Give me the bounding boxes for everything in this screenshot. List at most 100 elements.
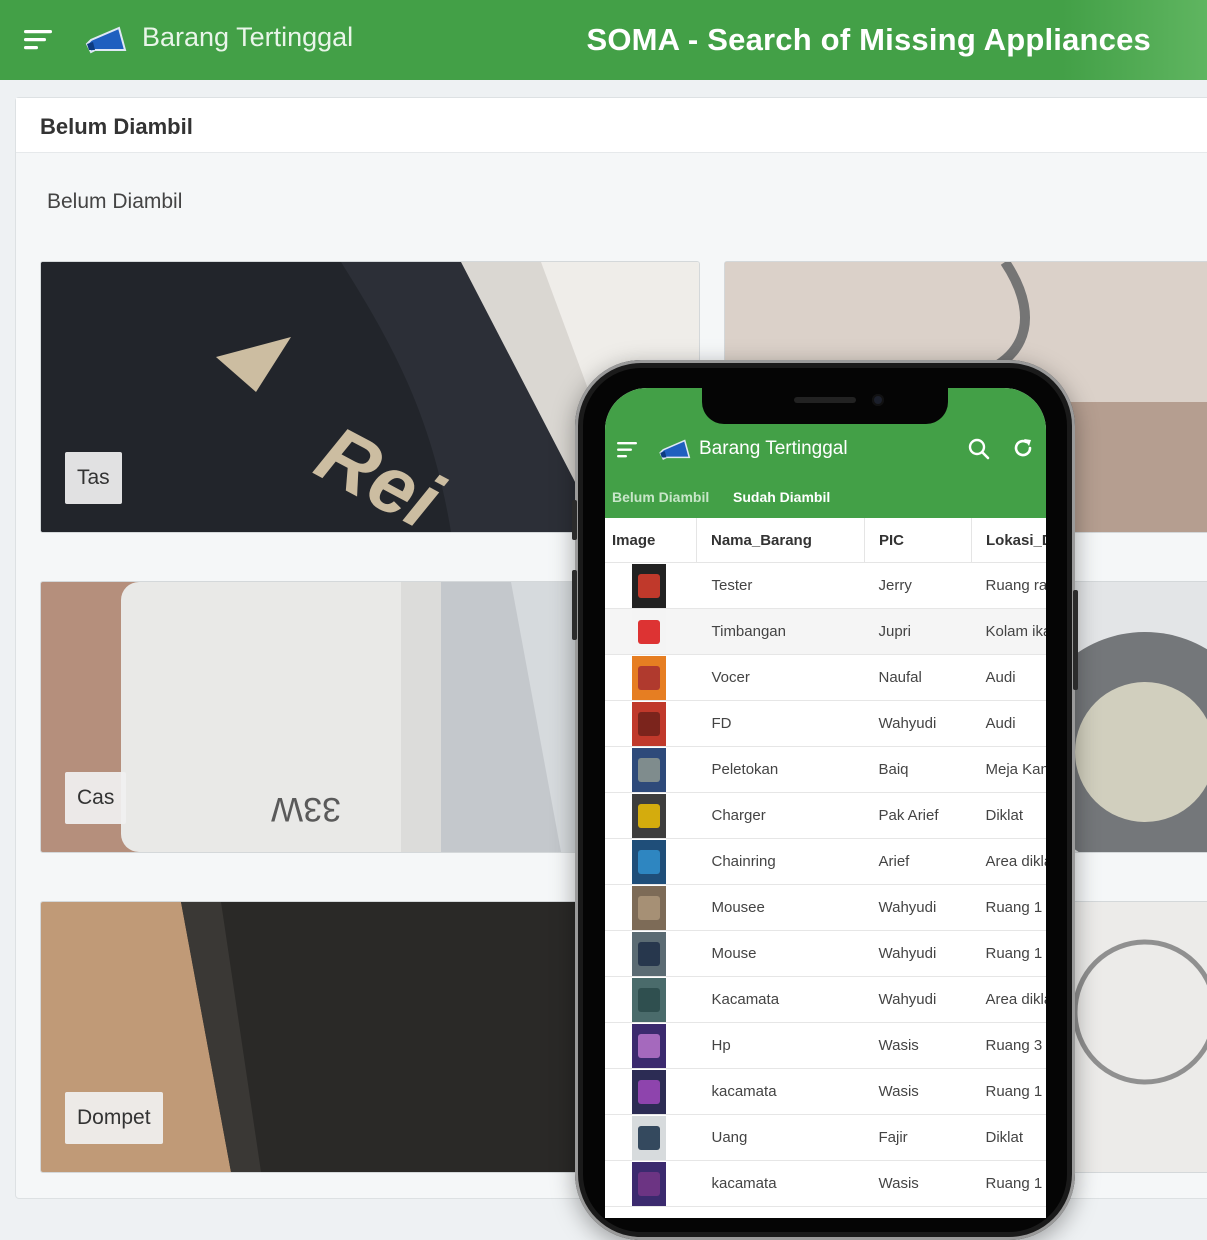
item-thumbnail[interactable] bbox=[632, 563, 666, 608]
row-nama-barang: Hp bbox=[696, 1022, 865, 1069]
table-row[interactable]: kacamata Wasis Ruang 1 bbox=[605, 1160, 1046, 1207]
row-image-cell bbox=[605, 700, 697, 747]
table-row[interactable]: Hp Wasis Ruang 3 bbox=[605, 1022, 1046, 1069]
row-lokasi: Diklat bbox=[971, 792, 1046, 839]
table-row[interactable]: Charger Pak Arief Diklat bbox=[605, 792, 1046, 839]
row-lokasi: Ruang 1 bbox=[971, 1160, 1046, 1207]
row-nama-barang: kacamata bbox=[696, 1068, 865, 1115]
item-thumbnail[interactable] bbox=[632, 977, 666, 1022]
item-thumbnail[interactable] bbox=[632, 1023, 666, 1068]
tab-sudah-diambil[interactable]: Sudah Diambil bbox=[733, 489, 830, 505]
row-nama-barang: Mouse bbox=[696, 930, 865, 977]
row-pic: Wasis bbox=[864, 1160, 972, 1207]
column-header-pic[interactable]: PIC bbox=[864, 518, 972, 563]
mobile-app-title: Barang Tertinggal bbox=[699, 438, 848, 459]
item-thumbnail[interactable] bbox=[632, 701, 666, 746]
phone-notch bbox=[702, 388, 948, 424]
row-pic: Wahyudi bbox=[864, 700, 972, 747]
table-row[interactable]: MouseeWahyudiRuang 1 dikla bbox=[605, 884, 1046, 931]
table-row[interactable]: ChainringAriefArea diklat bbox=[605, 838, 1046, 885]
svg-text:33W: 33W bbox=[271, 790, 341, 828]
table-row[interactable]: FD Wahyudi Audi bbox=[605, 700, 1046, 747]
row-nama-barang: Uang bbox=[696, 1114, 865, 1161]
phone-screen: Barang Tertinggal Belum Diambil Sudah Di… bbox=[605, 388, 1046, 1218]
table-row[interactable]: KacamataWahyudiArea diklat bbox=[605, 976, 1046, 1023]
search-icon[interactable] bbox=[968, 438, 990, 460]
row-lokasi: Ruang 1 bbox=[971, 1068, 1046, 1115]
row-image-cell bbox=[605, 930, 697, 977]
menu-icon[interactable] bbox=[24, 29, 54, 51]
item-thumbnail[interactable] bbox=[632, 1115, 666, 1160]
table-row[interactable]: kacamata Wasis Ruang 1 bbox=[605, 1068, 1046, 1115]
row-lokasi: Audi bbox=[971, 700, 1046, 747]
phone-side-button bbox=[1073, 590, 1078, 690]
item-thumbnail[interactable] bbox=[632, 1069, 666, 1114]
row-image-cell bbox=[605, 1022, 697, 1069]
row-nama-barang: Chainring bbox=[696, 838, 865, 885]
row-pic: Naufal bbox=[864, 654, 972, 701]
section-title: Belum Diambil bbox=[47, 190, 183, 213]
panel-header: Belum Diambil bbox=[16, 98, 1207, 153]
row-image-cell bbox=[605, 1160, 697, 1207]
item-thumbnail[interactable] bbox=[632, 1161, 666, 1206]
row-nama-barang: kacamata bbox=[696, 1160, 865, 1207]
row-pic: Baiq bbox=[864, 746, 972, 793]
app-title: Barang Tertinggal bbox=[142, 22, 354, 52]
row-nama-barang: Vocer bbox=[696, 654, 865, 701]
row-image-cell bbox=[605, 608, 697, 655]
row-image-cell bbox=[605, 838, 697, 885]
item-thumbnail[interactable] bbox=[632, 655, 666, 700]
phone-side-button bbox=[572, 500, 577, 540]
row-pic: Pak Arief bbox=[864, 792, 972, 839]
brand-title: SOMA - Search of Missing Appliances bbox=[586, 22, 1151, 57]
table-row[interactable]: PeletokanBaiqMeja Kantor bbox=[605, 746, 1046, 793]
row-lokasi: Kolam ikan bbox=[971, 608, 1046, 655]
row-pic: Wasis bbox=[864, 1022, 972, 1069]
row-image-cell bbox=[605, 562, 697, 609]
item-label: Cas bbox=[65, 772, 127, 824]
menu-icon[interactable] bbox=[617, 442, 639, 458]
row-lokasi: Meja Kantor bbox=[971, 746, 1046, 793]
top-app-bar: Barang Tertinggal SOMA - Search of Missi… bbox=[0, 0, 1207, 80]
row-pic: Wasis bbox=[864, 1068, 972, 1115]
row-nama-barang: Peletokan bbox=[696, 746, 865, 793]
column-header-image[interactable]: Image bbox=[605, 518, 697, 563]
table-row[interactable]: MouseWahyudiRuang 1 dikla bbox=[605, 930, 1046, 977]
row-lokasi: Area diklat bbox=[971, 838, 1046, 885]
row-nama-barang: Tester bbox=[696, 562, 865, 609]
row-lokasi: Audi bbox=[971, 654, 1046, 701]
row-image-cell bbox=[605, 654, 697, 701]
table-header-row: Image Nama_Barang PIC Lokasi_Ditem bbox=[605, 518, 1046, 563]
phone-camera bbox=[872, 394, 884, 406]
panel-title: Belum Diambil bbox=[40, 114, 193, 139]
column-header-nama-barang[interactable]: Nama_Barang bbox=[696, 518, 865, 563]
row-pic: Jerry bbox=[864, 562, 972, 609]
items-table: Image Nama_Barang PIC Lokasi_Ditem Teste… bbox=[605, 518, 1046, 1207]
table-row[interactable]: Vocer Naufal Audi bbox=[605, 654, 1046, 701]
item-thumbnail[interactable] bbox=[632, 793, 666, 838]
phone-speaker bbox=[794, 397, 856, 403]
row-pic: Jupri bbox=[864, 608, 972, 655]
row-nama-barang: FD bbox=[696, 700, 865, 747]
item-thumbnail[interactable] bbox=[632, 931, 666, 976]
column-header-lokasi[interactable]: Lokasi_Ditem bbox=[971, 518, 1046, 563]
row-image-cell bbox=[605, 746, 697, 793]
row-image-cell bbox=[605, 976, 697, 1023]
row-pic: Wahyudi bbox=[864, 976, 972, 1023]
item-thumbnail[interactable] bbox=[632, 839, 666, 884]
item-thumbnail[interactable] bbox=[632, 747, 666, 792]
item-thumbnail[interactable] bbox=[632, 609, 666, 654]
phone-side-button bbox=[572, 570, 577, 640]
row-pic: Wahyudi bbox=[864, 884, 972, 931]
item-label: Tas bbox=[65, 452, 122, 504]
item-thumbnail[interactable] bbox=[632, 885, 666, 930]
table-row[interactable]: Uang Fajir Diklat bbox=[605, 1114, 1046, 1161]
row-nama-barang: Kacamata bbox=[696, 976, 865, 1023]
table-row[interactable]: TimbanganJupriKolam ikan bbox=[605, 608, 1046, 655]
row-image-cell bbox=[605, 1114, 697, 1161]
megaphone-icon bbox=[659, 439, 691, 460]
row-lokasi: Ruang 3 bbox=[971, 1022, 1046, 1069]
table-row[interactable]: TesterJerryRuang rapat bbox=[605, 562, 1046, 609]
refresh-icon[interactable] bbox=[1011, 436, 1035, 460]
tab-belum-diambil[interactable]: Belum Diambil bbox=[612, 489, 709, 505]
